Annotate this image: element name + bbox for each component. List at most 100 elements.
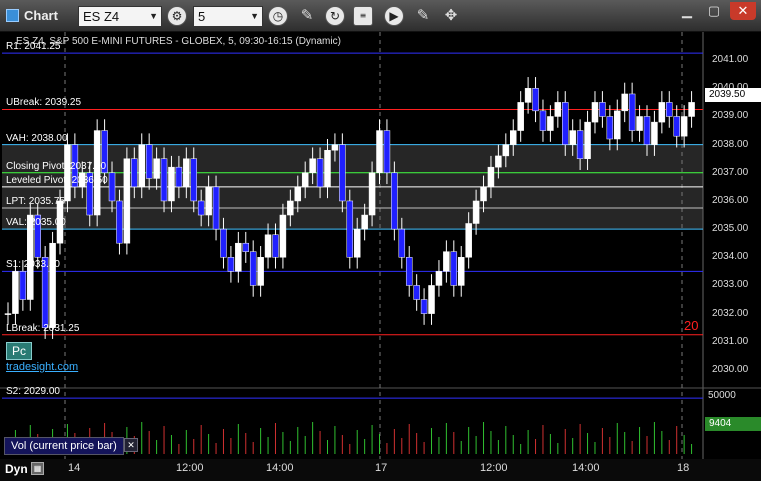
price-tick-6: 2035.00 (712, 223, 749, 235)
candle-body (339, 144, 346, 202)
level-label-3: Closing Pivot: 2037.00 (6, 160, 107, 172)
time-tick-0: 14 (68, 462, 81, 474)
candle-body (547, 116, 554, 131)
candle-body (688, 102, 695, 117)
level-label-5: LPT: 2035.75 (6, 196, 65, 207)
candle-body (480, 186, 487, 202)
candle-body (220, 228, 227, 258)
candle-body (443, 251, 450, 272)
candle-body (413, 285, 420, 300)
price-tick-10: 2031.00 (712, 335, 749, 347)
candle-body (428, 285, 435, 314)
current-price-tag: 2039.50 (705, 88, 761, 102)
candle-body (487, 166, 495, 188)
right-count-label: 20 (684, 318, 699, 333)
app-logo-icon (6, 9, 19, 22)
crosshair-button[interactable]: ✥ (441, 6, 461, 26)
clock-button[interactable]: ◷ (268, 6, 288, 26)
candle-body (405, 257, 413, 286)
candle-body (183, 158, 190, 188)
candle-body (517, 102, 524, 131)
candle-body (197, 200, 205, 216)
time-tick-1: 12:00 (176, 462, 204, 474)
title-bar: Chart ES Z4 ▼ ⚙ 5 ▼ ◷ ✎ ↻ ≡ ▶ ✎ ✥ ▁ ▢ ✕ (0, 0, 761, 32)
candle-body (584, 121, 591, 159)
settings-gear-button[interactable]: ⚙ (167, 6, 187, 26)
draw-pen-button[interactable]: ✎ (297, 6, 317, 26)
play-button[interactable]: ▶ (384, 6, 404, 26)
time-tick-4: 12:00 (480, 462, 508, 474)
candle-body (457, 257, 465, 286)
volume-axis-top: 50000 (708, 390, 736, 401)
candle-body (643, 116, 651, 145)
candle-body (368, 172, 376, 216)
dyn-settings-icon[interactable]: ▦ (31, 462, 44, 475)
candle-body (205, 186, 212, 216)
candle-body (249, 251, 257, 286)
candle-body (19, 271, 27, 300)
candle-body (628, 93, 636, 131)
edit-button[interactable]: ✎ (413, 6, 433, 26)
interval-select[interactable]: 5 ▼ (193, 6, 263, 27)
price-tick-4: 2037.00 (712, 166, 749, 178)
symbol-select[interactable]: ES Z4 ▼ (78, 6, 162, 27)
candle-body (331, 144, 339, 151)
candle-body (108, 172, 116, 202)
indicator-button[interactable]: ≡ (353, 6, 373, 26)
candle-body (450, 251, 458, 286)
price-tick-11: 2030.00 (712, 363, 749, 375)
candle-body (227, 257, 235, 272)
dyn-label: Dyn (5, 462, 28, 476)
level-label-6: VAL: 2035.00 (6, 217, 66, 229)
candle-body (168, 166, 175, 202)
candle-body (591, 102, 599, 123)
candle-body (316, 158, 324, 188)
chart-area[interactable]: ES Z4, S&P 500 E-MINI FUTURES - GLOBEX, … (0, 32, 761, 459)
candle-body (324, 150, 331, 188)
volume-current-tag: 9404 (705, 417, 761, 431)
candle-body (12, 271, 19, 314)
close-button[interactable]: ✕ (730, 2, 756, 20)
time-tick-2: 14:00 (266, 462, 294, 474)
candle-body (562, 102, 569, 145)
volume-panel-label: Vol (current price bar) (4, 437, 124, 455)
level-label-7: S1: 2033.50 (6, 259, 60, 271)
chevron-down-icon: ▼ (149, 11, 158, 21)
candle-body (49, 242, 56, 328)
candle-body (131, 158, 138, 188)
volume-close-icon[interactable]: ✕ (124, 438, 138, 452)
candle-body (346, 200, 354, 258)
candle-body (472, 200, 480, 224)
candle-body (658, 102, 666, 123)
candle-body (383, 130, 391, 174)
time-tick-6: 18 (677, 462, 690, 474)
candle-body (391, 172, 398, 230)
candle-body (309, 158, 316, 174)
candle-body (272, 234, 279, 258)
level-label-4: Leveled Pivot: 2036.50 (6, 174, 108, 186)
level-label-2: VAH: 2038.00 (6, 132, 68, 144)
candle-body (614, 110, 621, 140)
candle-body (279, 214, 287, 258)
maximize-button[interactable]: ▢ (701, 2, 727, 20)
candle-body (509, 130, 517, 145)
candle-body (175, 166, 183, 188)
minimize-button[interactable]: ▁ (674, 2, 700, 20)
candle-body (666, 102, 673, 117)
candle-body (212, 186, 220, 230)
candle-body (123, 158, 131, 244)
candle-body (569, 130, 576, 145)
candle-body (680, 116, 688, 137)
level-label-9: S2: 2029.00 (6, 386, 60, 398)
chart-header: ES Z4, S&P 500 E-MINI FUTURES - GLOBEX, … (16, 36, 341, 47)
candle-body (93, 130, 101, 216)
candle-body (599, 102, 606, 117)
candle-body (301, 172, 309, 188)
pc-badge[interactable]: Pc (6, 342, 32, 360)
brand-link[interactable]: tradesight.com (6, 361, 78, 373)
refresh-button[interactable]: ↻ (325, 6, 345, 26)
candle-body (621, 93, 628, 112)
level-label-1: UBreak: 2039.25 (6, 97, 82, 109)
candle-body (287, 200, 294, 216)
price-chart[interactable] (0, 32, 761, 459)
